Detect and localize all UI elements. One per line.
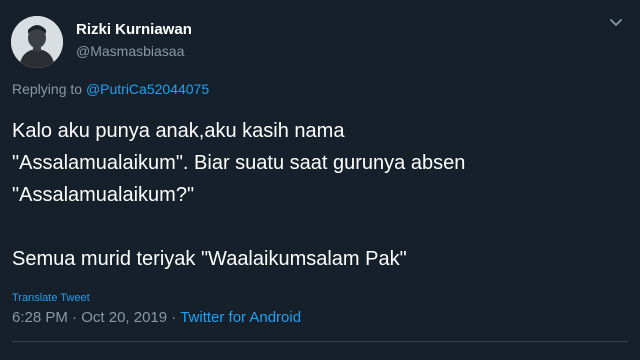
tweet-line: Kalo aku punya anak,aku kasih nama	[12, 120, 345, 142]
author-name[interactable]: Rizki Kurniawan	[76, 21, 192, 38]
tweet-date[interactable]: Oct 20, 2019	[81, 309, 167, 326]
tweet-source-link[interactable]: Twitter for Android	[180, 309, 301, 326]
tweet-meta: 6:28 PM · Oct 20, 2019 · Twitter for And…	[12, 309, 301, 326]
author-handle[interactable]: @Masmasbiasaa	[76, 43, 184, 59]
tweet-line: Semua murid teriyak "Waalaikumsalam Pak"	[12, 248, 407, 270]
reply-prefix: Replying to	[12, 81, 83, 97]
tweet-line: "Assalamualaikum?"	[12, 184, 195, 206]
avatar-photo-icon	[11, 16, 63, 68]
tweet-line: "Assalamualaikum". Biar suatu saat gurun…	[12, 152, 466, 174]
tweet-text: Kalo aku punya anak,aku kasih nama "Assa…	[12, 115, 622, 275]
tweet-card: Rizki Kurniawan @Masmasbiasaa Replying t…	[0, 0, 640, 360]
meta-separator: ·	[67, 309, 82, 326]
reply-to-link[interactable]: @PutriCa52044075	[86, 81, 209, 97]
reply-context: Replying to @PutriCa52044075	[12, 81, 209, 97]
avatar[interactable]	[11, 16, 63, 68]
tweet-time[interactable]: 6:28 PM	[12, 309, 68, 326]
translate-tweet-link[interactable]: Translate Tweet	[12, 292, 90, 304]
meta-separator: ·	[167, 309, 181, 326]
divider	[12, 341, 628, 342]
chevron-down-icon[interactable]	[608, 14, 624, 30]
